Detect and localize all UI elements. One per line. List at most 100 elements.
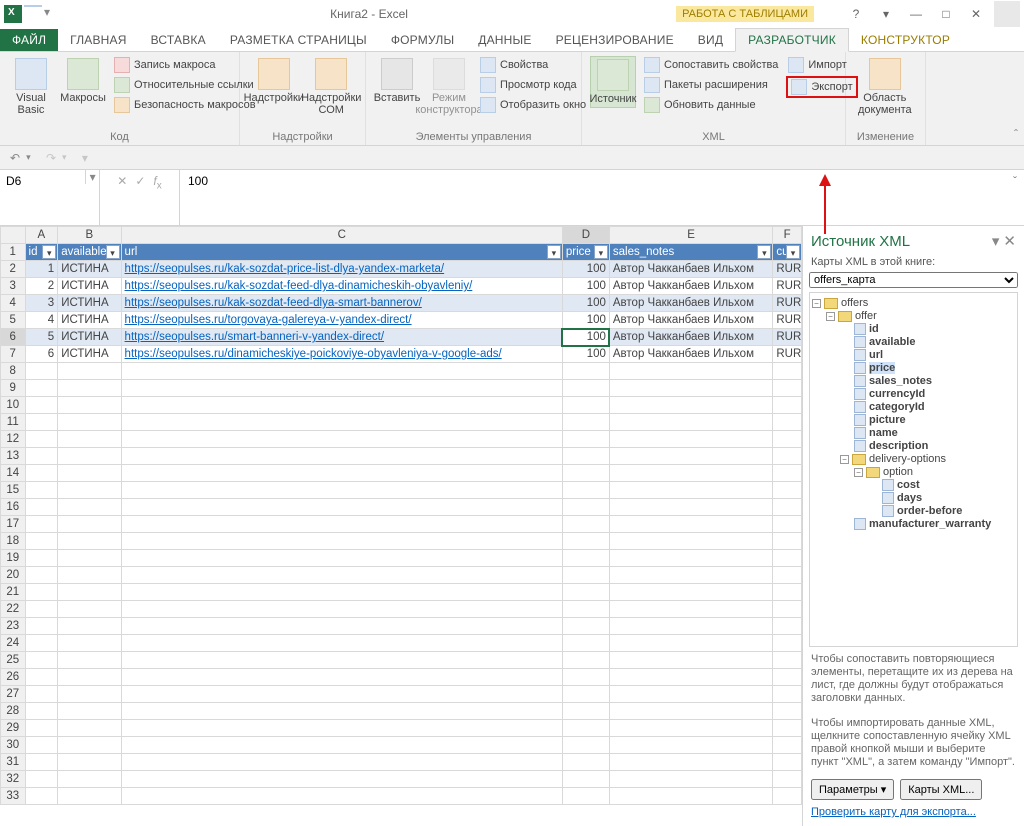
cell[interactable]: 100: [562, 278, 609, 295]
cell[interactable]: ИСТИНА: [58, 312, 121, 329]
row-header-3[interactable]: 3: [1, 278, 26, 295]
collapse-ribbon-button[interactable]: ˆ: [1014, 127, 1018, 141]
relative-refs-button[interactable]: Относительные ссылки: [112, 76, 258, 94]
col-header-b[interactable]: B: [58, 227, 121, 244]
cell[interactable]: Автор Чакканбаев Ильхом: [609, 346, 772, 363]
user-avatar[interactable]: [994, 1, 1020, 27]
cell[interactable]: https://seopulses.ru/kak-sozdat-feed-dly…: [121, 295, 562, 312]
row-header-23[interactable]: 23: [1, 618, 26, 635]
row-header-22[interactable]: 22: [1, 601, 26, 618]
com-addins-button[interactable]: Надстройки СОМ: [306, 56, 358, 118]
row-header-20[interactable]: 20: [1, 567, 26, 584]
row-header-14[interactable]: 14: [1, 465, 26, 482]
insert-control-button[interactable]: Вставить: [374, 56, 420, 106]
cell[interactable]: RUR: [773, 329, 802, 346]
tab-table-design[interactable]: КОНСТРУКТОР: [849, 29, 962, 51]
tab-formulas[interactable]: ФОРМУЛЫ: [379, 29, 466, 51]
macro-security-button[interactable]: Безопасность макросов: [112, 96, 258, 114]
cell[interactable]: ИСТИНА: [58, 278, 121, 295]
xml-pane-close-button[interactable]: ✕: [1003, 232, 1016, 250]
close-button[interactable]: ✕: [964, 2, 988, 26]
cell[interactable]: RUR: [773, 295, 802, 312]
filter-drop-icon[interactable]: ▾: [594, 245, 608, 259]
row-header-25[interactable]: 25: [1, 652, 26, 669]
cell[interactable]: ИСТИНА: [58, 295, 121, 312]
xml-params-button[interactable]: Параметры ▾: [811, 779, 894, 800]
xml-map-properties-button[interactable]: Сопоставить свойства: [642, 56, 780, 74]
xml-pane-options-button[interactable]: ▾: [992, 232, 1000, 250]
row-header-31[interactable]: 31: [1, 754, 26, 771]
table-header-url[interactable]: url▾: [121, 244, 562, 261]
cell[interactable]: ИСТИНА: [58, 329, 121, 346]
row-header-11[interactable]: 11: [1, 414, 26, 431]
col-header-d[interactable]: D: [562, 227, 609, 244]
minimize-button[interactable]: —: [904, 2, 928, 26]
xml-expansion-packs-button[interactable]: Пакеты расширения: [642, 76, 780, 94]
xml-source-button[interactable]: Источник: [590, 56, 636, 108]
filter-drop-icon[interactable]: ▾: [786, 245, 800, 259]
row-header-28[interactable]: 28: [1, 703, 26, 720]
qat-dropdown-icon[interactable]: ▾: [44, 5, 62, 23]
col-header-f[interactable]: F: [773, 227, 802, 244]
qat-save-icon[interactable]: [24, 5, 42, 23]
table-header-sales[interactable]: sales_notes▾: [609, 244, 772, 261]
cell[interactable]: RUR: [773, 261, 802, 278]
tab-developer[interactable]: РАЗРАБОТЧИК: [735, 28, 849, 52]
cell[interactable]: 100: [562, 261, 609, 278]
table-header-price[interactable]: price▾: [562, 244, 609, 261]
run-dialog-button[interactable]: Отобразить окно: [478, 96, 588, 114]
row-header-7[interactable]: 7: [1, 346, 26, 363]
filter-drop-icon[interactable]: ▾: [106, 245, 120, 259]
xml-verify-link[interactable]: Проверить карту для экспорта...: [803, 804, 1024, 826]
tab-file[interactable]: ФАЙЛ: [0, 29, 58, 51]
row-header-17[interactable]: 17: [1, 516, 26, 533]
xml-refresh-button[interactable]: Обновить данные: [642, 96, 780, 114]
row-header-19[interactable]: 19: [1, 550, 26, 567]
cell[interactable]: Автор Чакканбаев Ильхом: [609, 312, 772, 329]
col-header-e[interactable]: E: [609, 227, 772, 244]
tab-insert[interactable]: ВСТАВКА: [139, 29, 218, 51]
row-header-1[interactable]: 1: [1, 244, 26, 261]
cell[interactable]: 100: [562, 295, 609, 312]
view-code-button[interactable]: Просмотр кода: [478, 76, 588, 94]
row-header-2[interactable]: 2: [1, 261, 26, 278]
filter-drop-icon[interactable]: ▾: [757, 245, 771, 259]
row-header-24[interactable]: 24: [1, 635, 26, 652]
cell[interactable]: https://seopulses.ru/torgovaya-galereya-…: [121, 312, 562, 329]
cell[interactable]: 1: [25, 261, 58, 278]
col-header-a[interactable]: A: [25, 227, 58, 244]
visual-basic-button[interactable]: Visual Basic: [8, 56, 54, 118]
design-mode-button[interactable]: Режим конструктора: [426, 56, 472, 118]
tab-view[interactable]: ВИД: [686, 29, 735, 51]
ribbon-display-options[interactable]: ▾: [874, 2, 898, 26]
document-panel-button[interactable]: Область документа: [854, 56, 916, 118]
row-header-5[interactable]: 5: [1, 312, 26, 329]
row-header-26[interactable]: 26: [1, 669, 26, 686]
row-header-12[interactable]: 12: [1, 431, 26, 448]
cell[interactable]: RUR: [773, 278, 802, 295]
cell[interactable]: Автор Чакканбаев Ильхом: [609, 329, 772, 346]
xml-maps-button[interactable]: Карты XML...: [900, 779, 982, 800]
cell[interactable]: https://seopulses.ru/kak-sozdat-feed-dly…: [121, 278, 562, 295]
filter-drop-icon[interactable]: ▾: [42, 245, 56, 259]
table-header-available[interactable]: available▾: [58, 244, 121, 261]
tab-page-layout[interactable]: РАЗМЕТКА СТРАНИЦЫ: [218, 29, 379, 51]
addins-button[interactable]: Надстройки: [248, 56, 300, 106]
row-header-8[interactable]: 8: [1, 363, 26, 380]
row-header-18[interactable]: 18: [1, 533, 26, 550]
cell[interactable]: ИСТИНА: [58, 261, 121, 278]
expand-formula-bar-button[interactable]: ˇ: [1006, 170, 1024, 225]
cell[interactable]: 6: [25, 346, 58, 363]
cell[interactable]: https://seopulses.ru/dinamicheskiye-poic…: [121, 346, 562, 363]
row-header-10[interactable]: 10: [1, 397, 26, 414]
cell[interactable]: 4: [25, 312, 58, 329]
redo-button[interactable]: ↷: [46, 151, 56, 165]
row-header-16[interactable]: 16: [1, 499, 26, 516]
row-header-13[interactable]: 13: [1, 448, 26, 465]
select-all-cell[interactable]: [1, 227, 26, 244]
table-header-curr[interactable]: curr▾: [773, 244, 802, 261]
row-header-21[interactable]: 21: [1, 584, 26, 601]
cell[interactable]: Автор Чакканбаев Ильхом: [609, 278, 772, 295]
record-macro-button[interactable]: Запись макроса: [112, 56, 258, 74]
xml-map-select[interactable]: offers_карта: [809, 272, 1018, 288]
